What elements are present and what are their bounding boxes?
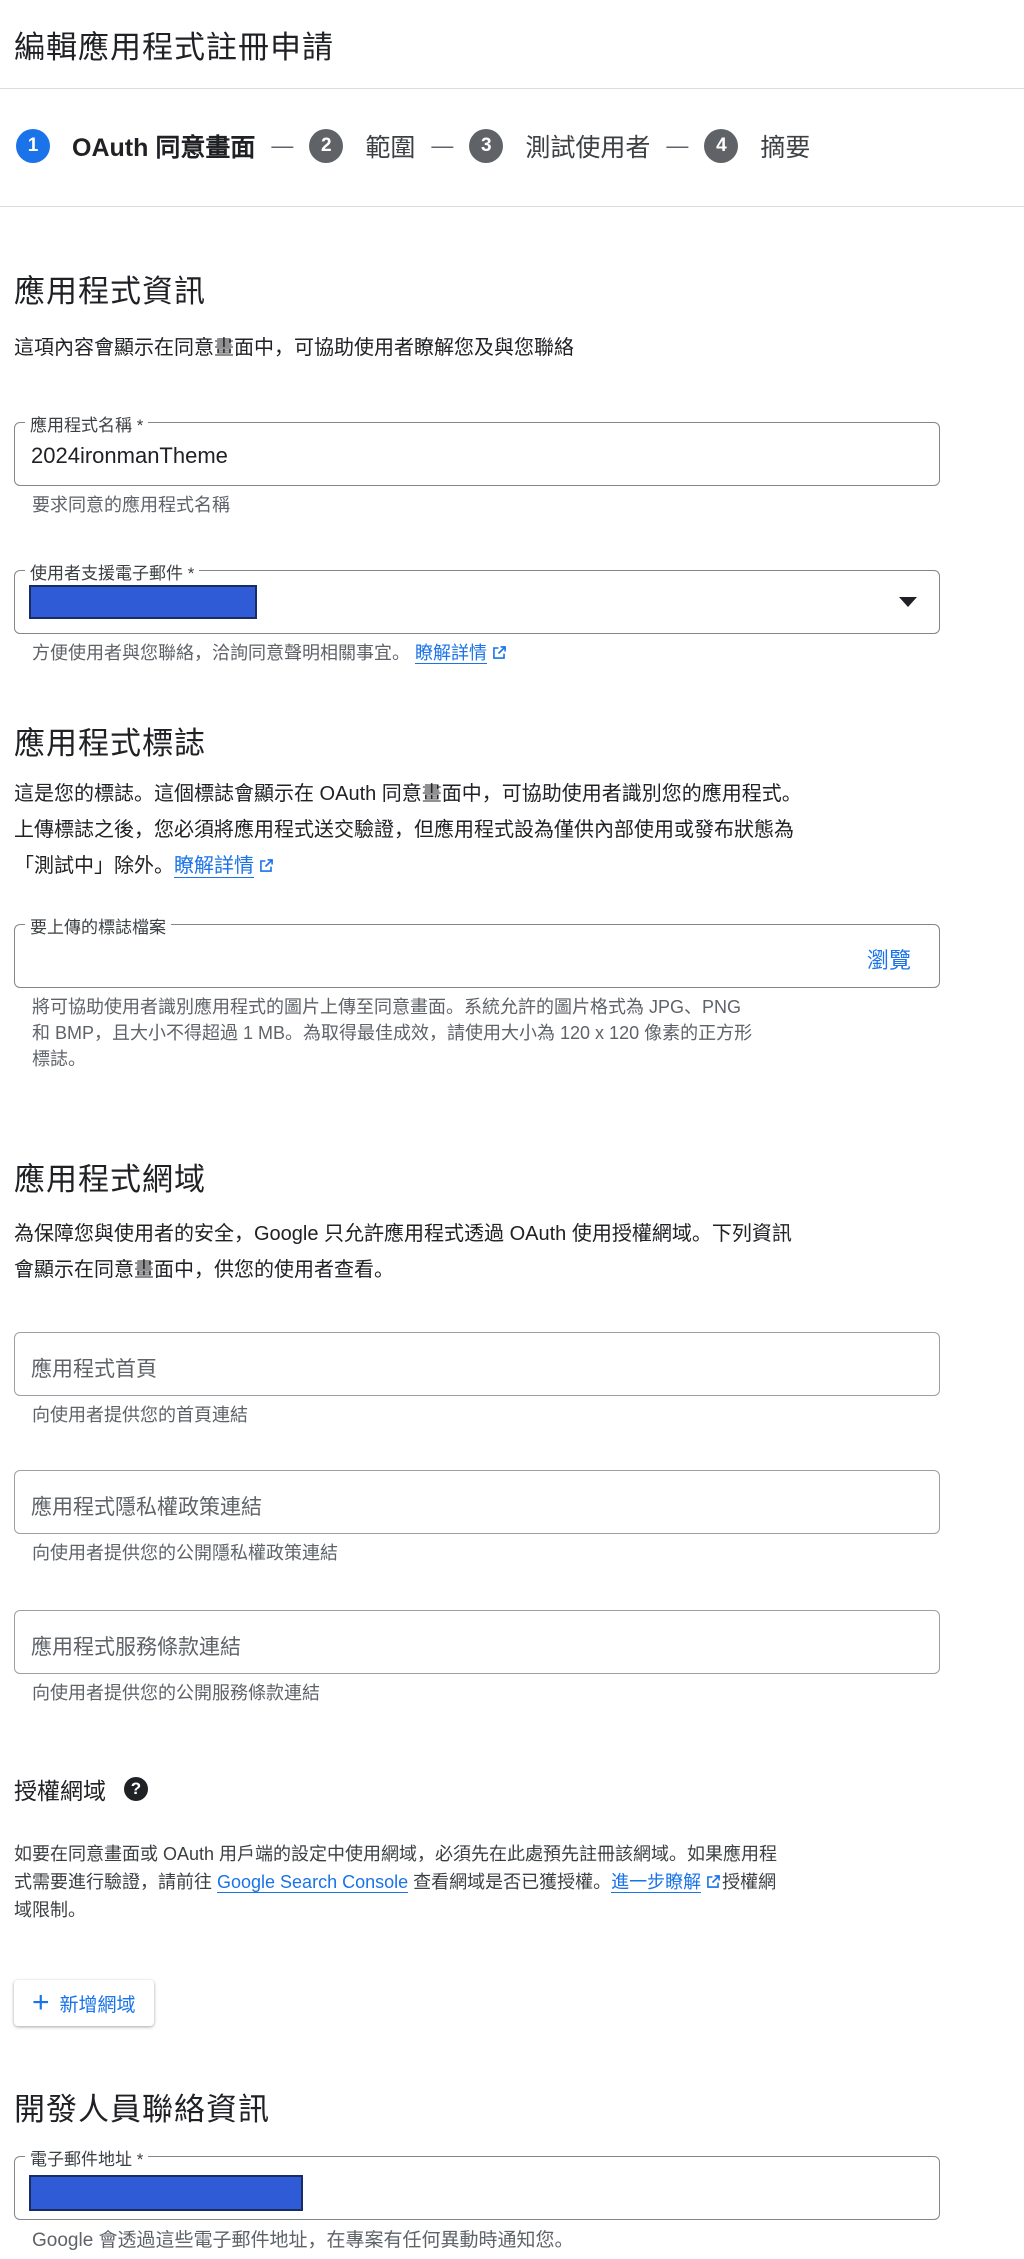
step-label-3: 測試使用者 — [525, 134, 651, 162]
logo-learn-more-link[interactable]: 瞭解詳情 — [174, 855, 254, 878]
authorized-domains-text-part: 式需要進行驗證，請前往 — [14, 1872, 217, 1892]
terms-hint: 向使用者提供您的公開服務條款連結 — [32, 1683, 320, 1703]
developer-contact-title: 開發人員聯絡資訊 — [14, 2092, 270, 2127]
step-scopes[interactable]: 2 範圍 — [309, 128, 415, 164]
logo-description-line: 「測試中」除外。瞭解詳情 — [14, 848, 934, 884]
external-link-icon — [707, 1875, 720, 1888]
terms-placeholder[interactable]: 應用程式服務條款連結 — [31, 1631, 241, 1661]
step-label-2: 範圍 — [365, 134, 416, 162]
developer-email-label: 電子郵件地址 * — [25, 2145, 149, 2170]
add-domain-label: 新增網域 — [59, 1994, 136, 2016]
redacted-email — [29, 2175, 303, 2211]
page-title: 編輯應用程式註冊申請 — [14, 30, 334, 65]
logo-upload-label: 要上傳的標誌檔案 — [25, 913, 171, 938]
authorized-domains-title: 授權網域 ? — [14, 1772, 148, 1806]
homepage-placeholder[interactable]: 應用程式首頁 — [31, 1353, 157, 1383]
step-test-users[interactable]: 3 測試使用者 — [469, 128, 650, 164]
step-label-1: OAuth 同意畫面 — [72, 134, 256, 162]
app-info-description: 這項內容會顯示在同意畫面中，可協助使用者瞭解您及與您聯絡 — [14, 337, 574, 359]
step-label-4: 摘要 — [760, 134, 811, 162]
step-separator: — — [666, 133, 689, 158]
help-icon[interactable]: ? — [124, 1777, 148, 1801]
authorized-domains-text-part: 查看網域是否已獲授權。 — [408, 1872, 612, 1892]
learn-more-link[interactable]: 進一步瞭解 — [611, 1872, 702, 1893]
authorized-domains-line: 域限制。 — [14, 1900, 86, 1920]
external-link-icon — [493, 646, 506, 659]
logo-upload-field[interactable]: 要上傳的標誌檔案 瀏覽 — [14, 913, 940, 988]
step-summary[interactable]: 4 摘要 — [704, 128, 810, 164]
browse-button[interactable]: 瀏覽 — [867, 943, 911, 975]
add-domain-button[interactable]: + 新增網域 — [14, 1980, 154, 2026]
domain-description-line: 會顯示在同意畫面中，供您的使用者查看。 — [14, 1259, 394, 1281]
step-number-1: 1 — [16, 129, 50, 163]
support-email-hint: 方便使用者與您聯絡，洽詢同意聲明相關事宜。 瞭解詳情 — [32, 640, 932, 666]
redacted-email — [29, 585, 257, 619]
app-name-hint: 要求同意的應用程式名稱 — [32, 495, 230, 515]
privacy-policy-placeholder[interactable]: 應用程式隱私權政策連結 — [31, 1491, 262, 1521]
logo-hint-line: 和 BMP，且大小不得超過 1 MB。為取得最佳成效，請使用大小為 120 x … — [32, 1023, 753, 1043]
support-email-hint-text: 方便使用者與您聯絡，洽詢同意聲明相關事宜。 — [32, 643, 410, 663]
stepper: 1 OAuth 同意畫面 — 2 範圍 — 3 測試使用者 — 4 摘要 — [16, 126, 810, 166]
app-name-value[interactable]: 2024ironmanTheme — [31, 443, 228, 469]
support-email-select[interactable]: 使用者支援電子郵件 * — [14, 559, 940, 634]
external-link-icon — [260, 859, 273, 872]
authorized-domains-line: 如要在同意畫面或 OAuth 用戶端的設定中使用網域，必須先在此處預先註冊該網域… — [14, 1844, 778, 1864]
logo-hint-line: 標誌。 — [32, 1049, 86, 1069]
developer-email-field[interactable]: 電子郵件地址 * — [14, 2145, 940, 2220]
authorized-domains-line: 式需要進行驗證，請前往 Google Search Console 查看網域是否… — [14, 1868, 944, 1896]
homepage-field[interactable]: 應用程式首頁 — [14, 1332, 940, 1396]
step-number-2: 2 — [309, 129, 344, 163]
app-name-field[interactable]: 應用程式名稱 * 2024ironmanTheme — [14, 411, 940, 486]
step-oauth-consent[interactable]: 1 OAuth 同意畫面 — [16, 128, 255, 164]
logo-title: 應用程式標誌 — [14, 726, 206, 761]
privacy-policy-field[interactable]: 應用程式隱私權政策連結 — [14, 1470, 940, 1534]
logo-hint-line: 將可協助使用者識別應用程式的圖片上傳至同意畫面。系統允許的圖片格式為 JPG、P… — [32, 997, 742, 1017]
logo-description: 這是您的標誌。這個標誌會顯示在 OAuth 同意畫面中，可協助使用者識別您的應用… — [14, 776, 934, 884]
app-info-title: 應用程式資訊 — [14, 274, 206, 309]
header-divider — [0, 88, 1024, 89]
search-console-link[interactable]: Google Search Console — [217, 1872, 409, 1893]
app-name-label: 應用程式名稱 * — [25, 411, 149, 436]
domain-title: 應用程式網域 — [14, 1162, 206, 1197]
logo-description-text: 「測試中」除外。 — [14, 855, 174, 877]
step-separator: — — [271, 133, 294, 158]
step-separator: — — [431, 133, 454, 158]
logo-upload-hint: 將可協助使用者識別應用程式的圖片上傳至同意畫面。系統允許的圖片格式為 JPG、P… — [32, 994, 932, 1072]
authorized-domains-label: 授權網域 — [14, 1778, 106, 1804]
terms-of-service-field[interactable]: 應用程式服務條款連結 — [14, 1610, 940, 1674]
homepage-hint: 向使用者提供您的首頁連結 — [32, 1405, 248, 1425]
support-email-label: 使用者支援電子郵件 * — [25, 559, 200, 584]
dropdown-arrow-icon[interactable] — [899, 597, 917, 607]
step-number-4: 4 — [704, 129, 739, 163]
learn-more-link[interactable]: 瞭解詳情 — [415, 643, 488, 664]
logo-description-line: 上傳標誌之後，您必須將應用程式送交驗證，但應用程式設為僅供內部使用或發布狀態為 — [14, 819, 794, 841]
authorized-domains-text-part: 授權網 — [722, 1872, 777, 1892]
plus-icon: + — [32, 1986, 50, 2019]
step-number-3: 3 — [469, 129, 504, 163]
domain-description-line: 為保障您與使用者的安全，Google 只允許應用程式透過 OAuth 使用授權網… — [14, 1223, 792, 1245]
domain-description: 為保障您與使用者的安全，Google 只允許應用程式透過 OAuth 使用授權網… — [14, 1216, 934, 1288]
authorized-domains-text: 如要在同意畫面或 OAuth 用戶端的設定中使用網域，必須先在此處預先註冊該網域… — [14, 1840, 944, 1924]
developer-email-hint: Google 會透過這些電子郵件地址，在專案有任何異動時通知您。 — [32, 2230, 574, 2251]
logo-description-line: 這是您的標誌。這個標誌會顯示在 OAuth 同意畫面中，可協助使用者識別您的應用… — [14, 783, 802, 805]
stepper-divider — [0, 206, 1024, 207]
privacy-policy-hint: 向使用者提供您的公開隱私權政策連結 — [32, 1543, 338, 1563]
